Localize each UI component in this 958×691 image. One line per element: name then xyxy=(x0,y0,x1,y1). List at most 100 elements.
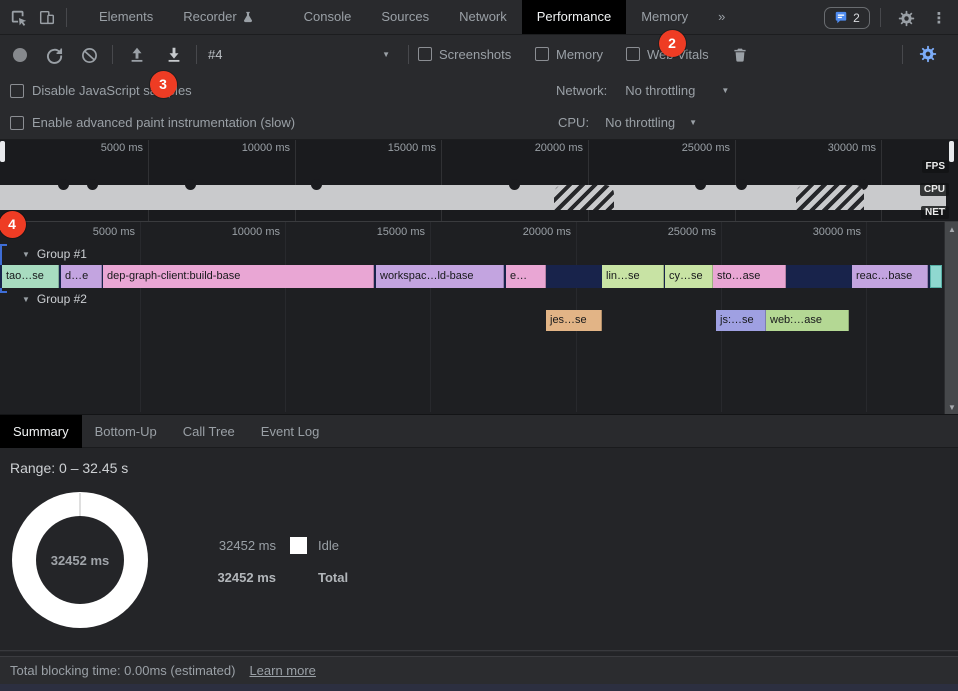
annotation-badge-4: 4 xyxy=(0,211,26,238)
network-throttling-select[interactable]: No throttling xyxy=(625,83,695,98)
issues-count: 2 xyxy=(853,11,860,25)
timeline-overview[interactable]: 5000 ms10000 ms15000 ms20000 ms25000 ms3… xyxy=(0,140,958,222)
tab-label: Network xyxy=(459,0,507,34)
overview-tick-label: 20000 ms xyxy=(535,142,588,154)
divider xyxy=(408,45,409,64)
tab-console[interactable]: Console xyxy=(289,0,367,34)
network-throttling: Network: No throttling ▼ xyxy=(556,83,729,98)
details-tab-bottom-up[interactable]: Bottom-Up xyxy=(82,415,170,448)
checkbox-box[interactable] xyxy=(626,47,640,61)
clear-recording-icon[interactable] xyxy=(80,46,98,64)
flame-chart[interactable]: 5000 ms10000 ms15000 ms20000 ms25000 ms3… xyxy=(0,222,958,415)
record-button[interactable] xyxy=(13,48,27,62)
group-header-2[interactable]: ▼Group #2 xyxy=(22,291,87,307)
advanced-paint-row: Enable advanced paint instrumentation (s… xyxy=(10,115,295,130)
flame-event-bar[interactable]: d…e xyxy=(61,265,102,288)
tab-sources[interactable]: Sources xyxy=(366,0,444,34)
capture-settings-gear-icon[interactable] xyxy=(918,44,938,64)
vertical-scrollbar[interactable]: ▲ ▼ xyxy=(944,222,958,415)
donut-center-label: 32452 ms xyxy=(51,553,110,568)
tab-elements[interactable]: Elements xyxy=(84,0,168,34)
save-profile-icon[interactable] xyxy=(164,45,184,65)
summary-pane: Range: 0 – 32.45 s 32452 ms 32452 msIdle… xyxy=(0,448,958,651)
cpu-dip-notch xyxy=(311,179,322,190)
flame-event-bar[interactable]: cy…se xyxy=(665,265,713,288)
flame-event-bar[interactable]: jes…se xyxy=(546,310,602,331)
devtools-tabbar: Elements Recorder Console Sources Network Per… xyxy=(0,0,958,35)
overview-tick-label: 30000 ms xyxy=(828,142,881,154)
flame-event-bar[interactable]: dep-graph-client:build-base xyxy=(103,265,374,288)
legend-label: Total xyxy=(318,570,348,585)
lane-label-cpu: CPU xyxy=(920,183,949,196)
learn-more-link[interactable]: Learn more xyxy=(249,663,315,678)
flame-event-bar[interactable] xyxy=(930,265,942,288)
cpu-dip-notch xyxy=(87,179,98,190)
chevron-down-icon[interactable]: ▼ xyxy=(721,86,729,95)
issues-icon xyxy=(834,11,848,25)
details-tab-summary[interactable]: Summary xyxy=(0,415,82,448)
tab-more-panels[interactable]: » xyxy=(703,0,740,34)
cpu-label: CPU: xyxy=(558,115,589,130)
checkbox-box[interactable] xyxy=(418,47,432,61)
divider xyxy=(880,8,881,27)
inspect-element-icon[interactable] xyxy=(9,8,29,28)
legend-row-idle: 32452 msIdle xyxy=(206,536,348,555)
footer-status-bar: Total blocking time: 0.00ms (estimated) … xyxy=(0,657,958,684)
cpu-dip-notch xyxy=(185,179,196,190)
flame-event-bar[interactable]: tao…se xyxy=(2,265,59,288)
divider xyxy=(112,45,113,64)
settings-gear-icon[interactable] xyxy=(896,8,916,28)
network-label: Network: xyxy=(556,83,607,98)
tab-performance[interactable]: Performance xyxy=(522,0,626,34)
details-tab-call-tree[interactable]: Call Tree xyxy=(170,415,248,448)
tab-label: Performance xyxy=(537,0,611,34)
timeline-tick-label: 30000 ms xyxy=(813,226,866,238)
flame-event-bar[interactable]: js:…se xyxy=(716,310,766,331)
tab-label: Memory xyxy=(641,0,688,34)
trash-icon[interactable] xyxy=(730,45,750,65)
flame-event-bar[interactable]: reac…base xyxy=(852,265,928,288)
flame-event-bar[interactable]: workspac…ld-base xyxy=(376,265,504,288)
cpu-dip-notch xyxy=(736,179,747,190)
scroll-up-icon[interactable]: ▲ xyxy=(945,225,958,234)
range-label: Range: 0 – 32.45 s xyxy=(10,460,128,476)
cpu-dip-notch xyxy=(695,179,706,190)
chevron-down-icon[interactable]: ▼ xyxy=(689,118,697,127)
expander-triangle-icon[interactable]: ▼ xyxy=(22,250,30,259)
more-options-icon[interactable]: ⋮ xyxy=(929,8,949,28)
devtools-window: Elements Recorder Console Sources Network Per… xyxy=(0,0,958,691)
overview-left-handle[interactable] xyxy=(0,141,5,162)
timeline-tick-label: 25000 ms xyxy=(668,226,721,238)
issues-counter[interactable]: 2 xyxy=(824,7,870,29)
history-selected-value: #4 xyxy=(200,47,222,62)
checkbox-box[interactable] xyxy=(535,47,549,61)
expander-triangle-icon[interactable]: ▼ xyxy=(22,295,30,304)
disable-js-samples-checkbox[interactable] xyxy=(10,84,24,98)
group-label: Group #1 xyxy=(37,247,87,261)
history-select[interactable]: #4 ▼ xyxy=(200,41,400,67)
reload-and-record-icon[interactable] xyxy=(45,46,63,64)
details-tab-event-log[interactable]: Event Log xyxy=(248,415,333,448)
load-profile-icon[interactable] xyxy=(127,45,147,65)
group-header-1[interactable]: ▼ Group #1 xyxy=(22,246,87,262)
tab-label: Recorder xyxy=(183,0,236,34)
tab-recorder[interactable]: Recorder xyxy=(168,0,268,34)
cpu-throttling-select[interactable]: No throttling xyxy=(605,115,675,130)
overview-right-handle[interactable] xyxy=(949,141,954,162)
tab-memory[interactable]: Memory xyxy=(626,0,703,34)
capture-settings-pane: Disable JavaScript samples Enable advanc… xyxy=(0,74,958,140)
flame-event-bar[interactable]: lin…se xyxy=(602,265,664,288)
device-toolbar-icon[interactable] xyxy=(37,8,57,28)
tab-network[interactable]: Network xyxy=(444,0,522,34)
tab-label: Console xyxy=(304,0,352,34)
divider xyxy=(66,8,67,27)
checkbox-memory[interactable]: Memory xyxy=(535,45,603,63)
flame-event-bar[interactable]: e… xyxy=(506,265,546,288)
checkbox-screenshots[interactable]: Screenshots xyxy=(418,45,511,63)
overview-cpu-activity xyxy=(0,185,946,210)
flame-event-bar[interactable]: web:…ase xyxy=(766,310,849,331)
timeline-tick-label: 15000 ms xyxy=(377,226,430,238)
scroll-down-icon[interactable]: ▼ xyxy=(945,403,958,412)
flame-event-bar[interactable]: sto…ase xyxy=(713,265,786,288)
advanced-paint-checkbox[interactable] xyxy=(10,116,24,130)
